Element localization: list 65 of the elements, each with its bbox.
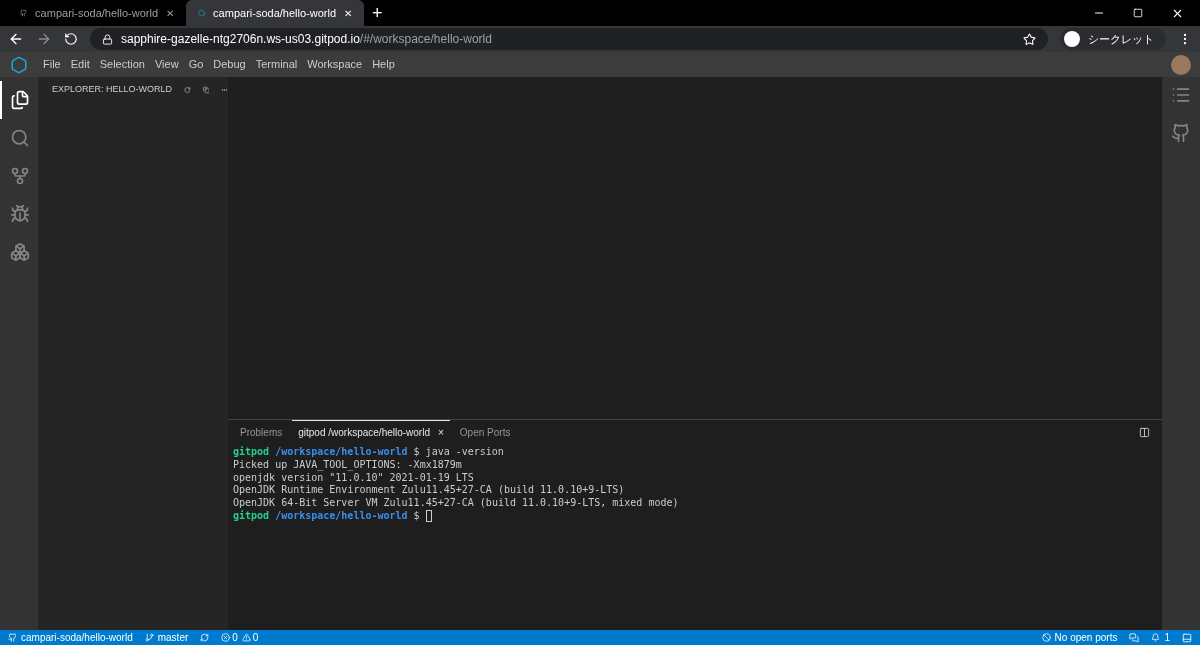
forward-icon[interactable] [36, 31, 52, 47]
browser-tab[interactable]: campari-soda/hello-world ✕ [186, 0, 364, 26]
terminal-line: OpenJDK Runtime Environment Zulu11.45+27-CA (build 11.0.10+9-LTS) [233, 484, 626, 498]
repo-status[interactable]: campari-soda/hello-world [21, 630, 133, 645]
sync-icon[interactable] [200, 633, 210, 642]
avatar[interactable] [1171, 54, 1191, 75]
collapse-icon[interactable] [202, 85, 210, 95]
hexagon-icon [198, 7, 206, 19]
notification-count[interactable]: 1 [1164, 630, 1170, 645]
blocked-icon[interactable] [1041, 633, 1051, 642]
list-icon[interactable] [1171, 85, 1191, 105]
terminal-line: OpenJDK 64-Bit Server VM Zulu11.45+27-CA (build 11.0.10+9-LTS, mixed mode) [233, 497, 680, 510]
reload-icon[interactable] [64, 32, 78, 46]
menu-item[interactable]: Workspace [302, 56, 368, 73]
files-icon [10, 90, 30, 110]
ports-status[interactable]: No open ports [1054, 630, 1118, 645]
github-icon [20, 7, 28, 19]
incognito-icon [1064, 31, 1080, 47]
warning-count[interactable]: 0 [252, 630, 259, 645]
menu-item[interactable]: Edit [65, 56, 95, 73]
refresh-icon[interactable] [184, 85, 191, 95]
menu-item[interactable]: View [149, 56, 184, 73]
menu-item[interactable]: Terminal [250, 56, 303, 73]
error-icon[interactable] [221, 633, 231, 642]
panel-tab[interactable]: Open Ports [453, 420, 517, 444]
branch-icon[interactable] [144, 633, 154, 642]
chat-icon[interactable] [1129, 632, 1140, 643]
new-tab-button[interactable]: + [364, 0, 391, 26]
branch-status[interactable]: master [157, 630, 189, 645]
star-icon[interactable] [1023, 32, 1036, 46]
extensions-icon [10, 242, 30, 262]
split-icon[interactable] [1139, 426, 1150, 438]
incognito-button[interactable]: シークレット [1060, 28, 1166, 50]
address-bar[interactable]: sapphire-gazelle-ntg2706n.ws-us03.gitpod.io/#/workspace/hello-world [90, 28, 1048, 50]
menu-item[interactable]: File [38, 56, 66, 73]
menu-item[interactable]: Help [367, 56, 400, 73]
branch-icon [10, 166, 30, 186]
bell-icon[interactable] [1151, 633, 1161, 642]
panel-icon[interactable] [1182, 632, 1192, 643]
panel-tab[interactable]: Problems [234, 420, 289, 444]
menu-item[interactable]: Selection [94, 56, 150, 73]
menu-item[interactable]: Debug [208, 56, 251, 73]
browser-tab[interactable]: campari-soda/hello-world ✕ [8, 0, 186, 26]
hexagon-icon[interactable] [10, 55, 28, 74]
sidebar-title: EXPLORER: HELLO-WORLD [52, 83, 173, 97]
close-button[interactable]: ✕ [344, 5, 352, 21]
bug-icon [10, 204, 30, 224]
menu-item[interactable]: Go [183, 56, 209, 73]
tab-title: campari-soda/hello-world [213, 5, 336, 21]
lock-icon [102, 33, 113, 45]
github-icon[interactable] [8, 633, 17, 642]
back-icon[interactable] [8, 31, 24, 47]
terminal-line: Picked up JAVA_TOOL_OPTIONS: -Xmx1879m [233, 458, 463, 472]
github-icon[interactable] [1171, 123, 1191, 143]
search-icon [10, 128, 30, 148]
terminal-line: gitpod /workspace/hello-world $ java -version [233, 446, 505, 459]
terminal-line: gitpod /workspace/hello-world $ [233, 510, 1157, 523]
panel-tab[interactable]: gitpod /workspace/hello-world × [292, 420, 450, 444]
url-text: sapphire-gazelle-ntg2706n.ws-us03.gitpod.io/#/workspace/hello-world [121, 31, 493, 48]
terminal-line: openjdk version "11.0.10" 2021-01-19 LTS [233, 471, 475, 485]
restore-icon[interactable] [1133, 8, 1143, 18]
warning-icon[interactable] [241, 633, 251, 642]
tab-title: campari-soda/hello-world [35, 5, 158, 21]
error-count[interactable]: 0 [232, 630, 238, 645]
close-button[interactable]: ✕ [166, 5, 174, 21]
